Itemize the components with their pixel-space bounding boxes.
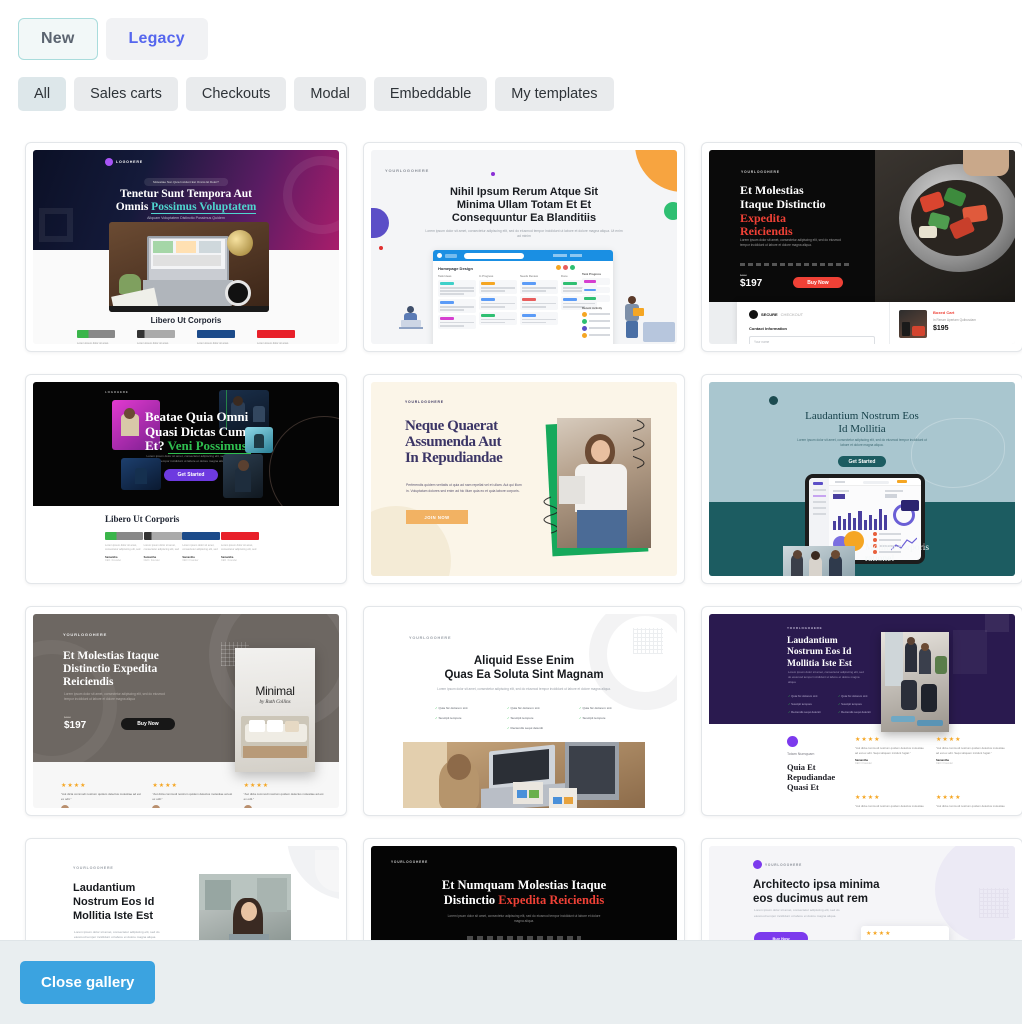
template-preview: YOURLOGOHERE Laudantium Nostrum Eos Id Mol… [33,846,339,940]
hero-headline: Et Numquam Molestias Itaque Distinctio Ex… [441,878,607,907]
template-preview: YOURLOGOHERE Et Molestias Itaque Distinct… [33,614,339,808]
buy-now-button[interactable]: Buy Now [793,277,843,288]
footer-headline: Mollitia corporis ratione! [865,542,930,565]
template-card[interactable]: YOURLOGOHERE Et Molestias Itaque Distinct… [25,606,347,816]
tab-new[interactable]: New [18,18,98,60]
book-cover: Minimal by Ruth Collins [235,648,315,772]
buy-now-button[interactable]: Buy Now [121,718,175,730]
hero-headline: Tenetur Sunt Tempora Aut Omnis Possimus V… [115,188,257,214]
filter-my-templates[interactable]: My templates [495,77,614,111]
template-preview: Laudantium Nostrum Eos Id Mollitia Lorem … [709,382,1015,576]
avatar [152,805,161,808]
hero-image [109,222,269,312]
brand-logos: Lorem ipsum dolor sit amet, consectetur … [105,532,259,562]
template-card[interactable]: YOURLOGOHERE Architecto ipsa minima eos d… [701,838,1022,940]
template-card[interactable]: YOURLOGOHERE Neque Quaerat Assumenda Aut I… [363,374,685,584]
template-preview: YOURLOGOHERE Aliquid Esse Enim Quas Ea So… [371,614,677,808]
template-grid: LOGOHERE Molestiae Non Quia Incidunt Est… [0,136,1022,940]
hero-headline: Et Molestias Itaque Distinctio Expedita Re… [63,650,159,689]
close-gallery-button[interactable]: Close gallery [20,961,156,1004]
buy-now-button[interactable]: Buy Now [754,932,808,940]
template-preview: LOGOHERE Molestiae Non Quia Incidunt Est… [33,150,339,344]
hero-photo [403,742,645,808]
price: $197 [64,720,87,731]
hero-badge: Molestiae Non Quia Incidunt Est Omnis Et… [144,178,228,186]
dashboard-mockup: Homepage Design Task Ideas In Progress N… [433,250,613,344]
testimonial: ★★★★ "Aut dicta commodi nostrum quidem d… [61,782,142,808]
gallery-footer: Close gallery [0,940,1022,1024]
join-now-button[interactable]: JOIN NOW [406,510,468,524]
section-title: Libero Ut Corporis [105,514,180,524]
testimonial-card: ★★★★ "Eveniet quam natus et commodi toti… [861,926,949,940]
filter-modal[interactable]: Modal [294,77,366,111]
checklist: ✓ Quia hic dolorem sint ✓ Suscipit tempor… [788,694,871,714]
doodle-icon [629,416,653,474]
tab-legacy[interactable]: Legacy [105,18,208,60]
template-card[interactable]: LOGOHERE Beatae Quia Omni Quasi Dictas Cu… [25,374,347,584]
template-preview: YOURLOGOHERE Et Molestias Itaque Distinct… [709,150,1015,344]
checklist: ✓ Quia hic dolorem sint ✓ Suscipit tempor… [435,706,612,730]
logo-icon [787,736,798,747]
hero-headline: Laudantium Nostrum Eos Id Mollitia [805,410,919,436]
filter-all[interactable]: All [18,77,67,111]
filter-embeddable[interactable]: Embeddable [373,77,488,111]
template-preview: YOURLOGOHERE Laudantium Nostrum Eos Id Mol… [709,614,1015,808]
hero-headline: Laudantium Nostrum Eos Id Mollitia Iste Es… [787,636,852,669]
hero-body: Lorem ipsum dolor sit amet, consectetur … [425,229,623,239]
filter-sales-carts[interactable]: Sales carts [74,77,178,111]
filter-checkouts[interactable]: Checkouts [185,77,287,111]
template-card[interactable]: LOGOHERE Molestiae Non Quia Incidunt Est… [25,142,347,352]
hero-headline: Nihil Ipsum Rerum Atque Sit Minima Ullam … [449,186,599,225]
logo-icon [769,396,778,405]
team-photo [783,546,855,576]
template-gallery[interactable]: LOGOHERE Molestiae Non Quia Incidunt Est… [0,136,1022,940]
price: $197 [740,278,763,289]
template-preview: YOURLOGOHERE Neque Quaerat Assumenda Aut I… [371,382,677,576]
hero-photo [881,632,949,732]
template-preview: LOGOHERE Beatae Quia Omni Quasi Dictas Cu… [33,382,339,576]
hero-headline: Neque Quaerat Assumenda Aut In Repudiandae [405,418,503,467]
logo-icon [753,860,762,869]
template-card[interactable]: YOURLOGOHERE Laudantium Nostrum Eos Id Mol… [25,838,347,940]
template-card[interactable]: YOURLOGOHERE Aliquid Esse Enim Quas Ea So… [363,606,685,816]
template-card[interactable]: YOURLOGOHERE Laudantium Nostrum Eos Id Mol… [701,606,1022,816]
person-illustration [397,304,431,338]
get-started-button[interactable]: Get Started [164,469,218,481]
hero-headline: Architecto ipsa minima eos ducimus aut re… [753,879,880,906]
testimonial-row: ★★★★ "Aut dicta commodi nostrum quidem de… [855,737,1005,765]
testimonial: ★★★★ "Aut dicta commodi nostrum quidem d… [152,782,233,808]
testimonial-row: ★★★★ "Aut dicta commodi nostrum quidem de… [855,795,1005,808]
template-preview: YOURLOGOHERE Et Numquam Molestias Itaque… [371,846,677,940]
brand-logos: Lorem ipsum dolor sit amet, consectetur … [77,330,295,344]
avatar [61,805,69,808]
template-card[interactable]: YOURLOGOHERE Et Molestias Itaque Distinct… [701,142,1022,352]
hero-headline: Aliquid Esse Enim Quas Ea Soluta Sint Mag… [444,655,604,682]
template-card[interactable]: YOURLOGOHERE Et Numquam Molestias Itaque… [363,838,685,940]
section-title: Libero Ut Corporis [150,316,222,325]
logo-icon [105,158,113,166]
template-card[interactable]: Laudantium Nostrum Eos Id Mollitia Lorem … [701,374,1022,584]
filter-pill-group: All Sales carts Checkouts Modal Embeddab… [0,60,1022,111]
hero-headline: Et Molestias Itaque Distinctio Expedita Rei… [740,183,826,239]
doodle-icon [535,494,559,536]
hero-body: Lorem ipsum dolor sit amet, consectetur … [740,238,841,248]
avatar [243,805,252,808]
name-input[interactable]: Your name [749,336,875,344]
hero-subhead: Aliquam Voluptatem Distinctio Possimus Q… [147,216,225,220]
testimonial-row: ★★★★ "Aut dicta commodi nostrum quidem d… [61,782,325,808]
lock-icon [749,310,758,319]
get-started-button[interactable]: Get Started [838,456,886,467]
hero-headline: Laudantium Nostrum Eos Id Mollitia Iste Es… [73,882,155,922]
template-preview: YOURLOGOHERE Architecto ipsa minima eos d… [709,846,1015,940]
sub-headline: Quia Et Repudiandae Quasi Et [787,762,836,793]
template-preview: YOURLOGOHERE Nihil Ipsum Rerum Atque Sit… [371,150,677,344]
hero-headline: Beatae Quia Omni Quasi Dictas Cum Et? Veni… [145,409,252,455]
template-card[interactable]: YOURLOGOHERE Nihil Ipsum Rerum Atque Sit… [363,142,685,352]
mode-tab-group: New Legacy [0,0,1022,60]
testimonial: ★★★★ "Aut dicta commodi nostrum quidem d… [243,782,325,808]
hero-photo [199,874,291,940]
